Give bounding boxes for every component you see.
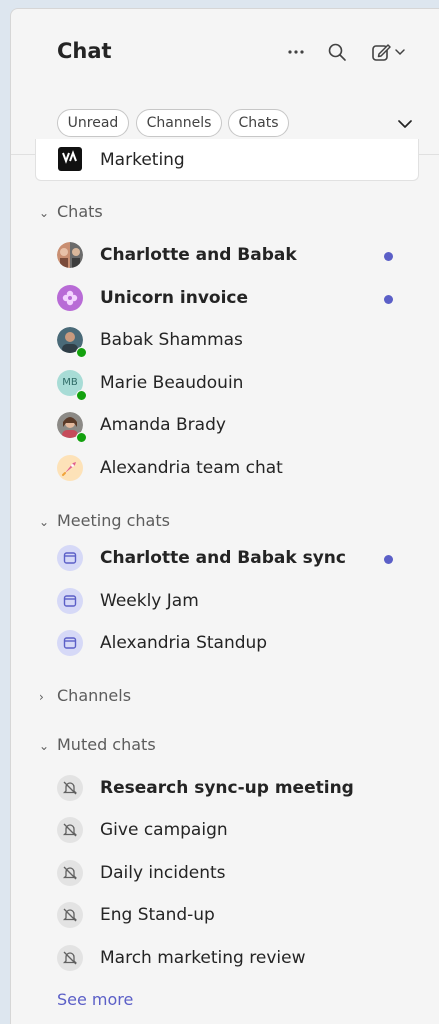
chevron-right-icon: › xyxy=(39,690,44,704)
page-title: Chat xyxy=(57,39,112,63)
chat-header: Chat xyxy=(11,9,439,97)
more-options-button[interactable] xyxy=(283,39,309,65)
filter-unread[interactable]: Unread xyxy=(57,109,129,137)
rocket-avatar-icon xyxy=(57,455,83,481)
see-more-link[interactable]: See more xyxy=(57,990,133,1009)
muted-chat-item-research-sync-up-meeting[interactable]: Research sync-up meeting xyxy=(45,769,415,809)
meeting-chat-item-alexandria-standup[interactable]: Alexandria Standup xyxy=(45,624,415,664)
chat-item-unicorn-invoice[interactable]: Unicorn invoice xyxy=(45,279,415,319)
chevron-down-icon[interactable] xyxy=(395,114,415,134)
bell-off-icon xyxy=(57,945,83,971)
bell-off-icon xyxy=(57,902,83,928)
unread-indicator xyxy=(384,252,393,261)
group-avatar xyxy=(57,242,83,268)
section-meeting-chats[interactable]: ⌄ Meeting chats xyxy=(39,511,170,530)
filter-chats[interactable]: Chats xyxy=(228,109,289,137)
chat-name: Eng Stand-up xyxy=(100,905,215,925)
chat-name: Marie Beaudouin xyxy=(100,373,244,393)
chat-name: Weekly Jam xyxy=(100,591,199,611)
muted-chat-item-give-campaign[interactable]: Give campaign xyxy=(45,811,415,851)
chevron-down-icon: ⌄ xyxy=(39,206,50,220)
section-chats[interactable]: ⌄ Chats xyxy=(39,202,103,221)
chat-name: Research sync-up meeting xyxy=(100,778,354,798)
meeting-chat-item-charlotte-and-babak-sync[interactable]: Charlotte and Babak sync xyxy=(45,539,415,579)
chat-name: Charlotte and Babak sync xyxy=(100,548,346,568)
chat-name: Give campaign xyxy=(100,820,228,840)
chat-name: Unicorn invoice xyxy=(100,288,249,308)
chat-item-amanda-brady[interactable]: Amanda Brady xyxy=(45,406,415,446)
calendar-icon xyxy=(57,630,83,656)
muted-chat-item-daily-incidents[interactable]: Daily incidents xyxy=(45,854,415,894)
marketing-logo-icon xyxy=(58,147,82,171)
pinned-chat-label: Marketing xyxy=(100,150,185,170)
chat-name: Charlotte and Babak xyxy=(100,245,297,265)
muted-chat-item-march-marketing-review[interactable]: March marketing review xyxy=(45,939,415,979)
chat-name: Alexandria team chat xyxy=(100,458,283,478)
more-horizontal-icon xyxy=(288,50,304,54)
section-label: Muted chats xyxy=(57,735,156,754)
section-muted-chats[interactable]: ⌄ Muted chats xyxy=(39,735,156,754)
calendar-icon xyxy=(57,588,83,614)
chat-name: Amanda Brady xyxy=(100,415,226,435)
section-label: Meeting chats xyxy=(57,511,170,530)
flower-avatar-icon xyxy=(57,285,83,311)
presence-available-icon xyxy=(76,390,87,401)
bell-off-icon xyxy=(57,775,83,801)
bell-off-icon xyxy=(57,860,83,886)
section-channels[interactable]: › Channels xyxy=(39,686,131,705)
chevron-down-icon xyxy=(395,49,405,56)
unread-indicator xyxy=(384,295,393,304)
chat-item-alexandria-team-chat[interactable]: Alexandria team chat xyxy=(45,449,415,489)
pinned-chat-marketing[interactable]: Marketing xyxy=(35,139,419,181)
search-button[interactable] xyxy=(324,39,350,65)
filter-channels[interactable]: Channels xyxy=(136,109,222,137)
chat-item-babak-shammas[interactable]: Babak Shammas xyxy=(45,321,415,361)
chat-item-charlotte-and-babak[interactable]: Charlotte and Babak xyxy=(45,236,415,276)
chat-name: Alexandria Standup xyxy=(100,633,268,653)
meeting-chat-item-weekly-jam[interactable]: Weekly Jam xyxy=(45,582,415,622)
chat-name: Daily incidents xyxy=(100,863,226,883)
presence-available-icon xyxy=(76,347,87,358)
search-icon xyxy=(328,43,346,61)
unread-indicator xyxy=(384,555,393,564)
muted-chat-item-eng-stand-up[interactable]: Eng Stand-up xyxy=(45,896,415,936)
section-label: Channels xyxy=(57,686,132,705)
new-chat-button[interactable] xyxy=(365,39,411,65)
calendar-icon xyxy=(57,545,83,571)
bell-off-icon xyxy=(57,817,83,843)
chat-list-panel: Chat Unread Channels Chats Marketing ⌄ C… xyxy=(10,8,439,1024)
presence-available-icon xyxy=(76,432,87,443)
chat-name: Babak Shammas xyxy=(100,330,243,350)
section-label: Chats xyxy=(57,202,103,221)
chat-name: March marketing review xyxy=(100,948,306,968)
chevron-down-icon: ⌄ xyxy=(39,739,50,753)
chat-item-marie-beaudouin[interactable]: MB Marie Beaudouin xyxy=(45,364,415,404)
compose-icon xyxy=(372,44,391,61)
filter-bar: Unread Channels Chats xyxy=(11,105,439,143)
chevron-down-icon: ⌄ xyxy=(39,515,50,529)
